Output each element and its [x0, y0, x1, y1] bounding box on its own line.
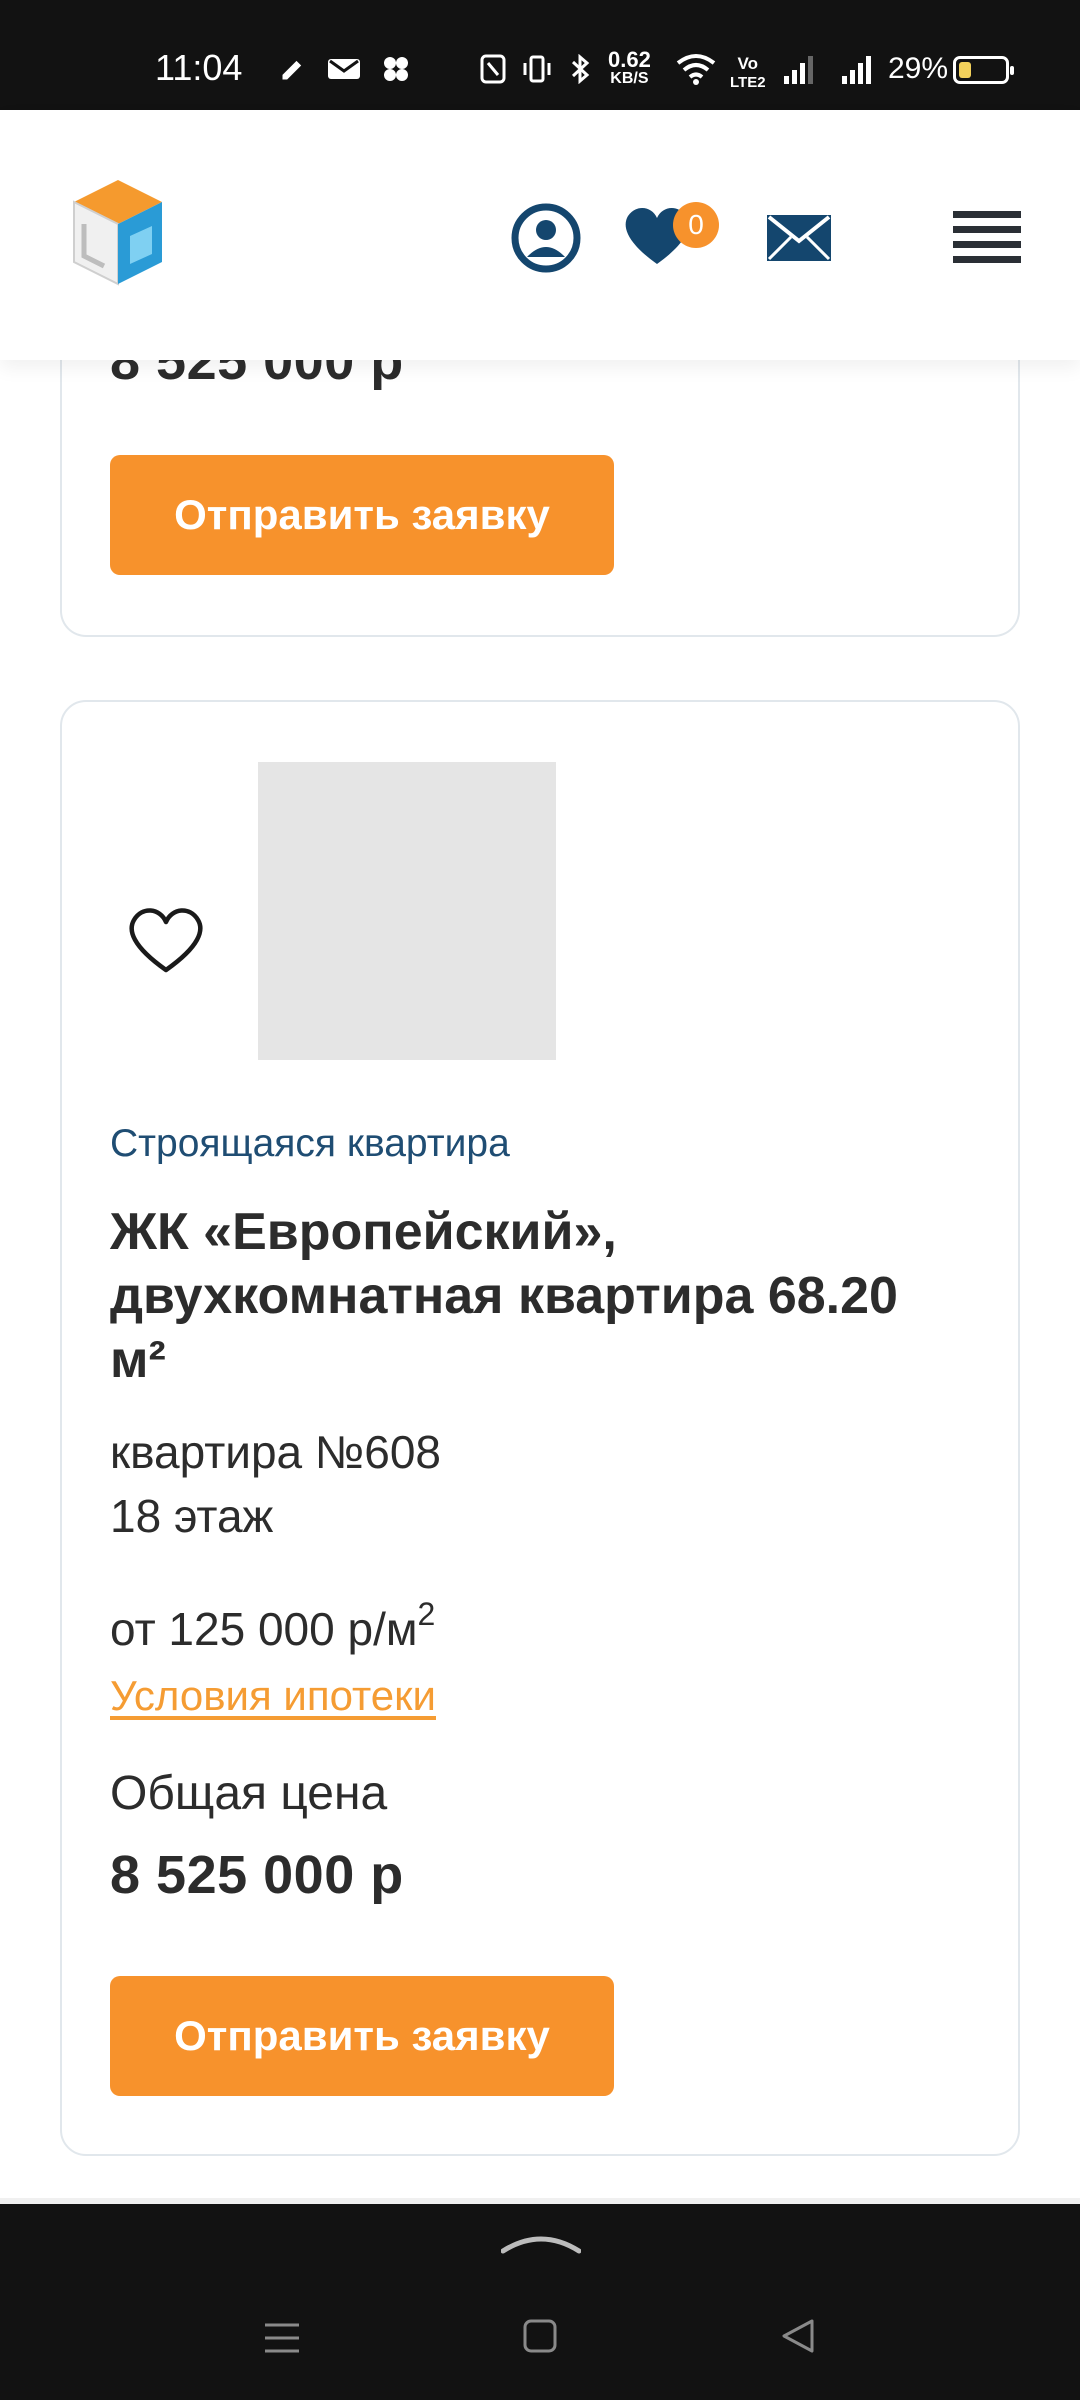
listing-title[interactable]: ЖК «Европейский», двухкомнатная квартира…	[110, 1200, 930, 1392]
wifi-icon	[674, 52, 718, 86]
recents-icon[interactable]	[262, 2318, 302, 2358]
listing-card: Строящаяся квартира ЖК «Европейский», дв…	[60, 700, 1020, 2156]
site-header: 0	[0, 110, 1080, 360]
mail-icon[interactable]	[764, 210, 834, 266]
mortgage-terms-link[interactable]: Условия ипотеки	[110, 1672, 436, 1720]
account-icon[interactable]	[510, 202, 582, 274]
battery-icon	[953, 56, 1014, 84]
apartment-number: квартира №608	[110, 1426, 442, 1478]
floor-number: 18 этаж	[110, 1490, 274, 1542]
add-to-favorites-heart-icon[interactable]	[126, 904, 206, 976]
battery-percent: 29%	[888, 52, 949, 85]
home-icon[interactable]	[520, 2316, 560, 2356]
logo-cube[interactable]	[58, 174, 178, 294]
total-price: 8 525 000 р	[110, 1845, 404, 1905]
nfc-icon	[476, 52, 510, 86]
bluetooth-icon	[566, 52, 596, 86]
message-icon	[324, 52, 364, 86]
send-request-button[interactable]: Отправить заявку	[110, 455, 614, 575]
network-speed: 0.62 KB/S	[608, 47, 651, 88]
menu-icon[interactable]	[952, 208, 1022, 266]
volte-indicator: Vo LTE2	[730, 54, 766, 91]
price-per-m2: от 125 000 р/м2	[110, 1596, 436, 1655]
vibrate-icon	[520, 52, 554, 86]
favorites-count-badge: 0	[673, 202, 719, 248]
app-icon	[378, 52, 414, 86]
system-navigation-bar	[0, 2204, 1080, 2400]
send-request-button[interactable]: Отправить заявку	[110, 1976, 614, 2096]
signal-icon	[838, 52, 876, 86]
edit-icon	[276, 52, 310, 86]
back-icon[interactable]	[778, 2316, 818, 2356]
collapse-chevron-icon[interactable]	[500, 2230, 582, 2256]
listing-type: Строящаяся квартира	[110, 1122, 510, 1165]
total-price-label: Общая цена	[110, 1767, 388, 1820]
status-bar: 11:04 0.62 KB/S Vo LTE2 29%	[0, 0, 1080, 110]
listing-photo[interactable]	[258, 762, 556, 1060]
status-time: 11:04	[155, 47, 243, 88]
signal-icon	[780, 52, 818, 86]
